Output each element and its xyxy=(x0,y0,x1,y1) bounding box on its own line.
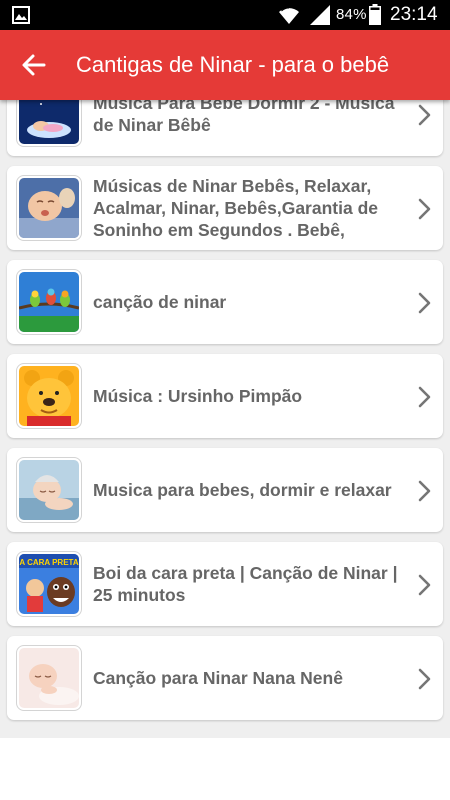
list-item[interactable]: canção de ninar xyxy=(7,260,443,344)
boi-cartoon-thumbnail: A CARA PRETA xyxy=(19,554,79,614)
thumbnail xyxy=(16,457,82,523)
wifi-icon xyxy=(279,7,299,24)
list-item-title: canção de ninar xyxy=(93,292,227,312)
list-item-title: Música : Ursinho Pimpão xyxy=(93,386,303,406)
arrow-back-icon[interactable] xyxy=(18,50,50,80)
chevron-right-icon xyxy=(418,198,431,220)
bear-thumbnail xyxy=(19,366,79,426)
list-item[interactable]: A CARA PRETA Boi da cara preta | Canção … xyxy=(7,542,443,626)
signal-icon xyxy=(310,5,330,25)
list-item[interactable]: Canção para Ninar Nana Nenê xyxy=(7,636,443,720)
sleeping-baby-thumbnail xyxy=(19,460,79,520)
list-item[interactable]: Músicas de Ninar Bebês, Relaxar, Acalmar… xyxy=(7,166,443,250)
status-bar: 84% 23:14 xyxy=(0,0,450,30)
baby-face-thumbnail xyxy=(19,178,79,238)
thumbnail xyxy=(16,175,82,241)
list-item-title: Musica para bebes, dormir e relaxar xyxy=(93,480,392,500)
newborn-thumbnail xyxy=(19,648,79,708)
birds-thumbnail xyxy=(19,272,79,332)
app-bar: Cantigas de Ninar - para o bebê xyxy=(0,30,450,100)
chevron-right-icon xyxy=(418,574,431,596)
bottom-empty-area xyxy=(0,738,450,800)
list-item-title: Música Para Bebê Dormir 2 - Música de Ni… xyxy=(93,100,395,135)
battery-percent: 84% xyxy=(336,6,367,23)
chevron-right-icon xyxy=(418,292,431,314)
list-item[interactable]: Musica para bebes, dormir e relaxar xyxy=(7,448,443,532)
thumbnail xyxy=(16,645,82,711)
chevron-right-icon xyxy=(418,104,431,126)
battery-icon xyxy=(369,4,381,25)
thumbnail: A CARA PRETA xyxy=(16,551,82,617)
thumbnail xyxy=(16,269,82,335)
list-item-title: Músicas de Ninar Bebês, Relaxar, Acalmar… xyxy=(93,176,378,240)
page-title: Cantigas de Ninar - para o bebê xyxy=(76,52,390,77)
thumbnail xyxy=(16,363,82,429)
chevron-right-icon xyxy=(418,668,431,690)
status-clock: 23:14 xyxy=(390,4,438,25)
night-sky-baby-thumbnail xyxy=(19,100,79,144)
chevron-right-icon xyxy=(418,480,431,502)
thumbnail-caption: A CARA PRETA xyxy=(19,558,78,567)
list-item-title: Boi da cara preta | Canção de Ninar | 25… xyxy=(93,563,398,605)
thumbnail xyxy=(16,100,82,147)
list-item[interactable]: Música Para Bebê Dormir 2 - Música de Ni… xyxy=(7,100,443,156)
chevron-right-icon xyxy=(418,386,431,408)
list-item-title: Canção para Ninar Nana Nenê xyxy=(93,668,343,688)
video-list[interactable]: Música Para Bebê Dormir 2 - Música de Ni… xyxy=(0,100,450,738)
gallery-icon xyxy=(12,6,30,24)
list-item[interactable]: Música : Ursinho Pimpão xyxy=(7,354,443,438)
